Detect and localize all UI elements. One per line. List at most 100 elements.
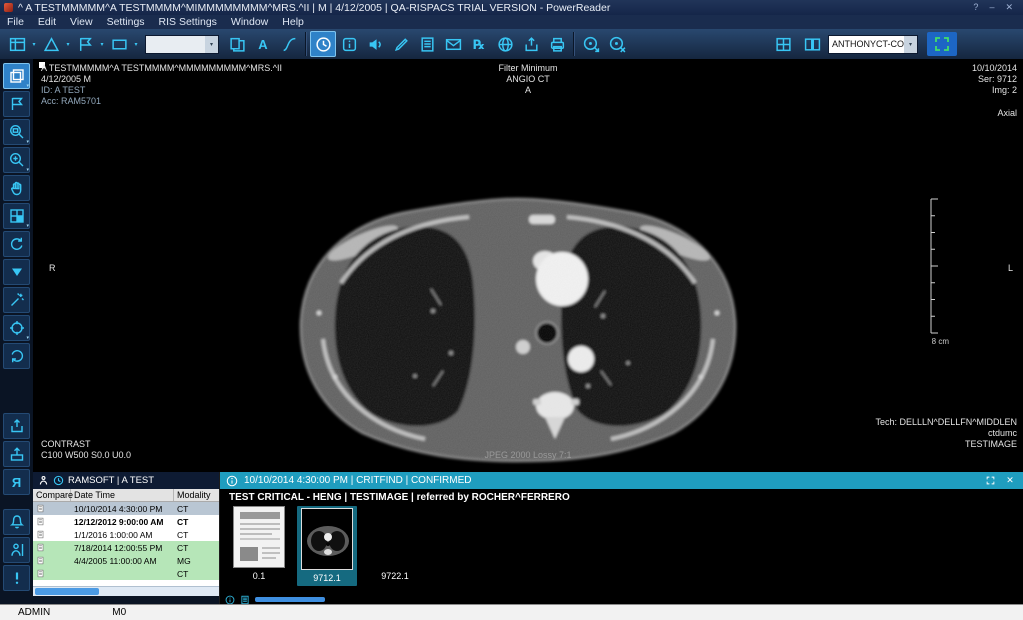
overlay-study-info: 10/10/2014 Ser: 9712 Img: 2 xyxy=(972,63,1017,96)
menu-edit[interactable]: Edit xyxy=(31,15,63,29)
study-row[interactable]: CT xyxy=(33,567,219,580)
ct-axial-image[interactable] xyxy=(283,171,753,466)
magnifier-button[interactable]: ▾ xyxy=(3,147,30,173)
series-thumbnail[interactable]: 0.1 xyxy=(230,506,288,581)
patient-height-button[interactable] xyxy=(3,537,30,563)
series-layout-button[interactable]: ▾ xyxy=(3,63,30,89)
study-date-cell: 1/1/2016 1:00:00 AM xyxy=(71,528,174,541)
alerts-button[interactable] xyxy=(3,565,30,591)
measure-button[interactable] xyxy=(38,31,64,57)
help-button[interactable]: ? xyxy=(973,2,978,13)
clock-tool-button[interactable] xyxy=(310,31,336,57)
study-row[interactable]: 10/10/2014 4:30:00 PM CT xyxy=(33,502,219,515)
series-number: Ser: 9712 xyxy=(972,74,1017,85)
study-row[interactable]: 12/12/2012 9:00:00 AM CT xyxy=(33,515,219,528)
compare-layout-button[interactable] xyxy=(799,31,825,57)
study-list-scrollbar[interactable] xyxy=(33,586,219,596)
fullscreen-button[interactable] xyxy=(927,32,957,56)
info-circle-icon xyxy=(225,595,235,604)
critical-finding-text: TEST CRITICAL - HENG | TESTIMAGE | refer… xyxy=(220,489,1023,504)
export-series-button[interactable] xyxy=(3,413,30,439)
flag-annotation-dropdown[interactable]: ▾ xyxy=(98,41,106,48)
right-marker: R xyxy=(49,263,56,274)
minimize-button[interactable]: – xyxy=(989,2,994,13)
study-doc-icon xyxy=(36,555,45,566)
study-date-cell: 4/4/2005 11:00:00 AM xyxy=(71,554,174,567)
burn-cd-button[interactable] xyxy=(578,31,604,57)
flip-page-icon xyxy=(229,36,246,53)
window-title: ^ A TESTMMMMM^A TESTMMMM^MIMMMMMMMM^MRS.… xyxy=(18,2,973,14)
menu-settings[interactable]: Settings xyxy=(100,15,152,29)
flag-annotation-button[interactable] xyxy=(72,31,98,57)
reset-button[interactable] xyxy=(3,343,30,369)
close-panel-button[interactable]: ✕ xyxy=(1003,475,1017,486)
flip-view-button[interactable] xyxy=(224,31,250,57)
export-button[interactable] xyxy=(518,31,544,57)
triangle-measure-icon xyxy=(43,36,60,53)
study-row[interactable]: 7/18/2014 12:00:55 PM CT xyxy=(33,541,219,554)
study-row[interactable]: 4/4/2005 11:00:00 AM MG xyxy=(33,554,219,567)
preset-combobox[interactable]: ▾ xyxy=(145,35,219,54)
column-date-time[interactable]: Date Time xyxy=(71,489,174,501)
series-thumbnail[interactable]: 9722.1 xyxy=(366,506,424,581)
image-viewport[interactable]: A TESTMMMMM^A TESTMMMM^MMMMMMMMM^MRS.^II… xyxy=(33,59,1023,472)
toolbar-separator xyxy=(573,32,575,56)
send-study-button[interactable] xyxy=(3,441,30,467)
expand-panel-button[interactable] xyxy=(983,476,997,485)
rx-icon: ℞ xyxy=(473,38,485,51)
grid-layout-dropdown[interactable]: ▾ xyxy=(30,41,38,48)
tile-layout-button[interactable] xyxy=(770,31,796,57)
teleradiology-button[interactable] xyxy=(492,31,518,57)
zoom-region-button[interactable]: ▾ xyxy=(3,119,30,145)
preset-dropdown-arrow[interactable]: ▾ xyxy=(205,36,218,53)
print-button[interactable] xyxy=(544,31,570,57)
triangle-marker-button[interactable] xyxy=(3,259,30,285)
stack-rotate-button[interactable] xyxy=(3,231,30,257)
measure-dropdown[interactable]: ▾ xyxy=(64,41,72,48)
wand-button[interactable] xyxy=(3,287,30,313)
menu-file[interactable]: File xyxy=(0,15,31,29)
curve-tool-button[interactable] xyxy=(276,31,302,57)
rectangle-roi-dropdown[interactable]: ▾ xyxy=(132,41,140,48)
scrollbar-thumb[interactable] xyxy=(35,588,99,595)
curve-icon xyxy=(281,36,298,53)
image-info-button[interactable] xyxy=(336,31,362,57)
eject-cd-button[interactable] xyxy=(604,31,630,57)
flag-tool-button[interactable] xyxy=(3,91,30,117)
localizer-button[interactable]: ▾ xyxy=(3,315,30,341)
text-tool-button[interactable]: A xyxy=(250,31,276,57)
menu-view[interactable]: View xyxy=(63,15,100,29)
study-modality-cell: CT xyxy=(174,567,219,580)
study-row[interactable]: 1/1/2016 1:00:00 AM CT xyxy=(33,528,219,541)
study-doc-icon xyxy=(36,542,45,553)
rectangle-roi-button[interactable] xyxy=(106,31,132,57)
series-thumbnail-selected[interactable]: 9712.1 xyxy=(297,506,357,586)
grid-layout-button[interactable] xyxy=(4,31,30,57)
empty-thumbnail-image xyxy=(369,506,421,568)
close-button[interactable]: ✕ xyxy=(1005,2,1013,13)
series-scrollbar-thumb[interactable] xyxy=(255,597,325,602)
email-button[interactable] xyxy=(440,31,466,57)
pan-button[interactable] xyxy=(3,175,30,201)
computer-dropdown-arrow[interactable]: ▾ xyxy=(904,36,917,53)
overlay-series-info: Filter Minimum ANGIO CT A xyxy=(33,63,1023,96)
toolbar: ▾ ▾ ▾ ▾ ▾ A ℞ ANTHONYCT-COMP xyxy=(0,29,1023,59)
prescription-button[interactable]: ℞ xyxy=(466,31,492,57)
menu-ris-settings[interactable]: RIS Settings xyxy=(152,15,224,29)
person-ruler-icon xyxy=(9,542,25,558)
window-controls: ? – ✕ xyxy=(973,2,1019,13)
column-compare[interactable]: Compare xyxy=(33,489,71,501)
audio-note-button[interactable] xyxy=(362,31,388,57)
menu-window[interactable]: Window xyxy=(224,15,275,29)
annotate-pencil-button[interactable] xyxy=(388,31,414,57)
menu-help[interactable]: Help xyxy=(275,15,311,29)
zoom-region-icon xyxy=(9,124,25,140)
notifications-button[interactable] xyxy=(3,509,30,535)
window-level-button[interactable]: ▾ xyxy=(3,203,30,229)
mirror-tool-button[interactable]: Я xyxy=(3,469,30,495)
report-button[interactable] xyxy=(414,31,440,57)
compare-cell xyxy=(33,567,71,580)
computer-combobox[interactable]: ANTHONYCT-COMP ▾ xyxy=(828,35,918,54)
column-modality[interactable]: Modality xyxy=(174,489,219,501)
study-modality-cell: MG xyxy=(174,554,219,567)
